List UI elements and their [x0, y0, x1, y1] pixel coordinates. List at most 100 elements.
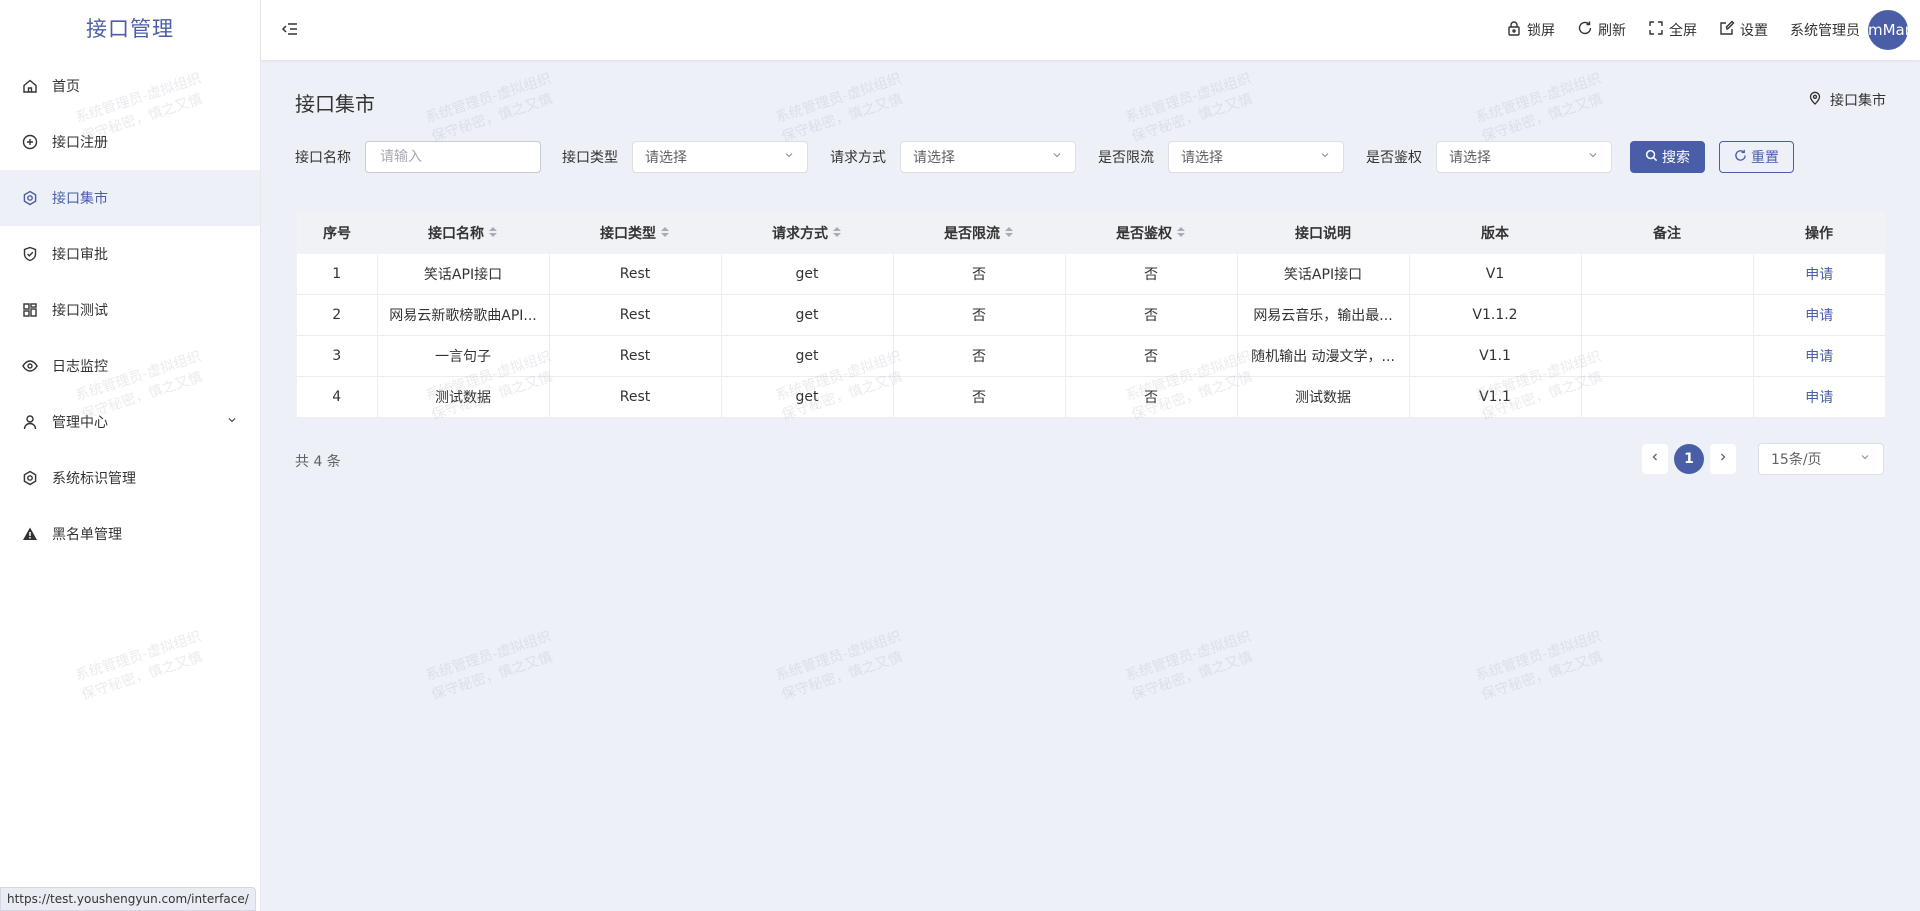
table-row: 2 网易云新歌榜歌曲API... Rest get 否 否 网易云音乐，输出最.… [297, 294, 1885, 336]
status-url: https://test.youshengyun.com/interface/ [0, 887, 256, 911]
cell-limit: 否 [893, 294, 1066, 336]
refresh-button[interactable]: 刷新 [1577, 20, 1626, 40]
page-number[interactable]: 1 [1674, 444, 1704, 474]
col-header[interactable]: 是否鉴权 [1065, 212, 1237, 254]
cell-name: 一言句子 [377, 335, 550, 377]
col-header-label: 版本 [1481, 226, 1509, 242]
cell-type: Rest [549, 254, 722, 295]
cell-action: 申请 [1753, 294, 1885, 336]
sidebar-nav: 首页 接口注册 接口集市 接口审批 接口测试 日志监控 管理中心 系统标识管理 … [0, 58, 260, 562]
top-actions: 锁屏 刷新 全屏 设置 系统管理员 [1506, 0, 1860, 60]
cell-auth: 否 [1065, 254, 1238, 295]
col-header-label: 请求方式 [772, 226, 828, 242]
search-button-label: 搜索 [1662, 150, 1690, 166]
name-input[interactable] [378, 148, 528, 166]
prev-page-button[interactable] [1642, 444, 1668, 474]
apply-link[interactable]: 申请 [1805, 267, 1833, 283]
col-header[interactable]: 接口类型 [549, 212, 721, 254]
method-select[interactable]: 请选择 [900, 141, 1076, 173]
page-size-select[interactable]: 15条/页 [1758, 443, 1884, 475]
cell-auth: 否 [1065, 294, 1238, 336]
menu-collapse-icon[interactable] [281, 20, 299, 38]
cell-method: get [721, 376, 894, 418]
cell-action: 申请 [1753, 376, 1885, 418]
method-label: 请求方式 [830, 150, 886, 166]
user-name[interactable]: 系统管理员 [1790, 20, 1860, 40]
sidebar-item-home[interactable]: 首页 [0, 58, 260, 114]
plus-circle-icon [22, 134, 38, 150]
cell-auth: 否 [1065, 376, 1238, 418]
apply-link[interactable]: 申请 [1805, 308, 1833, 324]
chevron-down-icon [1859, 451, 1871, 467]
cell-limit: 否 [893, 335, 1066, 377]
next-page-button[interactable] [1710, 444, 1736, 474]
sort-icon[interactable] [1004, 226, 1014, 242]
sort-icon[interactable] [660, 226, 670, 242]
breadcrumb: 接口集市 [1808, 90, 1886, 110]
sidebar-item-system-id[interactable]: 系统标识管理 [0, 450, 260, 506]
filter-bar: 接口名称 接口类型 请选择 请求方式 请选择 是否限流 请选择 是否鉴权 请选择… [295, 140, 1794, 174]
search-button[interactable]: 搜索 [1630, 141, 1705, 173]
settings-button[interactable]: 设置 [1719, 20, 1768, 40]
col-header[interactable]: 请求方式 [721, 212, 893, 254]
cell-version: V1.1 [1409, 335, 1582, 377]
page-size-value: 15条/页 [1771, 452, 1822, 468]
cell-remark [1581, 294, 1754, 336]
table-row: 1 笑话API接口 Rest get 否 否 笑话API接口 V1 申请 [297, 254, 1885, 295]
user-name-label: 系统管理员 [1790, 23, 1860, 39]
shield-check-icon [22, 246, 38, 262]
limit-select[interactable]: 请选择 [1168, 141, 1344, 173]
sidebar-item-label: 黑名单管理 [52, 527, 122, 543]
apply-link[interactable]: 申请 [1805, 349, 1833, 365]
sort-icon[interactable] [832, 226, 842, 242]
cell-limit: 否 [893, 254, 1066, 295]
cell-type: Rest [549, 376, 722, 418]
col-header-label: 序号 [323, 226, 351, 242]
sort-icon[interactable] [1176, 226, 1186, 242]
col-header: 接口说明 [1237, 212, 1409, 254]
refresh-icon [1734, 149, 1747, 166]
col-header[interactable]: 接口名称 [377, 212, 549, 254]
cell-remark [1581, 376, 1754, 418]
cell-version: V1.1 [1409, 376, 1582, 418]
sidebar-item-test[interactable]: 接口测试 [0, 282, 260, 338]
col-header: 序号 [297, 212, 377, 254]
lock-button[interactable]: 锁屏 [1506, 20, 1555, 40]
cell-action: 申请 [1753, 254, 1885, 295]
sort-icon[interactable] [488, 226, 498, 242]
gear-icon [22, 470, 38, 486]
col-header[interactable]: 是否限流 [893, 212, 1065, 254]
main-content: 接口集市 接口集市 接口名称 接口类型 请选择 请求方式 请选择 是否限流 请选… [261, 60, 1920, 911]
avatar[interactable]: mMar [1868, 10, 1908, 50]
sidebar-item-admin[interactable]: 管理中心 [0, 394, 260, 450]
reset-button[interactable]: 重置 [1719, 141, 1794, 173]
chevron-right-icon [1717, 451, 1729, 467]
sidebar-item-blacklist[interactable]: 黑名单管理 [0, 506, 260, 562]
topbar: 锁屏 刷新 全屏 设置 系统管理员 mMar [261, 0, 1920, 60]
sidebar-item-register[interactable]: 接口注册 [0, 114, 260, 170]
sidebar-item-label: 接口集市 [52, 191, 108, 207]
sidebar: 接口管理 首页 接口注册 接口集市 接口审批 接口测试 日志监控 管理中心 系统… [0, 0, 261, 911]
edit-icon [1719, 20, 1735, 40]
type-select[interactable]: 请选择 [632, 141, 808, 173]
sidebar-item-label: 管理中心 [52, 415, 108, 431]
cell-limit: 否 [893, 376, 1066, 418]
fullscreen-button[interactable]: 全屏 [1648, 20, 1697, 40]
cell-method: get [721, 294, 894, 336]
sidebar-item-log[interactable]: 日志监控 [0, 338, 260, 394]
fullscreen-icon [1648, 20, 1664, 40]
sidebar-item-label: 首页 [52, 79, 80, 95]
cell-index: 4 [297, 376, 378, 418]
sidebar-item-label: 接口测试 [52, 303, 108, 319]
sidebar-item-market[interactable]: 接口集市 [0, 170, 260, 226]
cell-remark [1581, 335, 1754, 377]
col-header: 备注 [1581, 212, 1753, 254]
apply-link[interactable]: 申请 [1805, 390, 1833, 406]
sidebar-item-approval[interactable]: 接口审批 [0, 226, 260, 282]
lock-label: 锁屏 [1527, 23, 1555, 39]
gear-icon [22, 190, 38, 206]
auth-select[interactable]: 请选择 [1436, 141, 1612, 173]
breadcrumb-label[interactable]: 接口集市 [1830, 90, 1886, 110]
type-label: 接口类型 [562, 150, 618, 166]
sidebar-item-label: 接口注册 [52, 135, 108, 151]
